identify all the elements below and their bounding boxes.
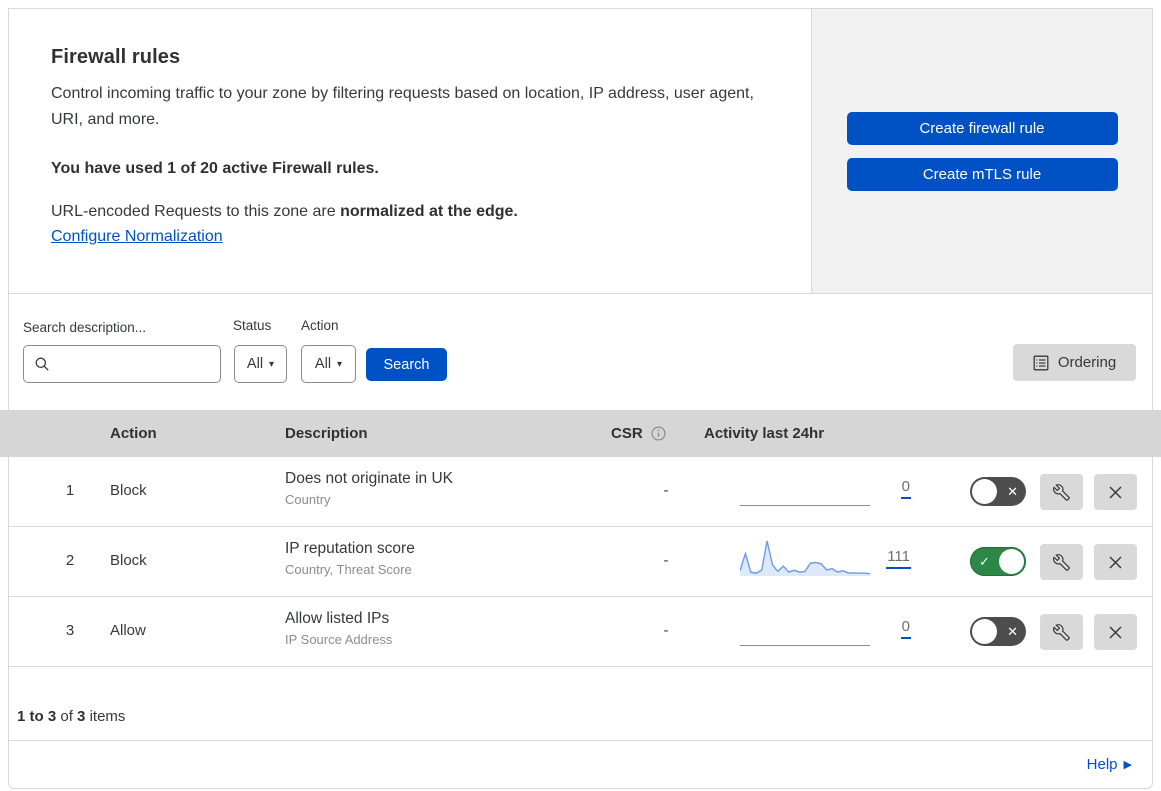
rule-description: Does not originate in UK Country xyxy=(285,470,453,507)
wrench-icon xyxy=(1053,553,1070,571)
actions-panel: Create firewall rule Create mTLS rule xyxy=(812,8,1153,294)
search-input[interactable] xyxy=(58,356,208,372)
search-icon xyxy=(35,357,49,371)
rule-criteria: IP Source Address xyxy=(285,632,393,647)
rule-criteria: Country xyxy=(285,492,331,507)
edit-rule-button[interactable] xyxy=(1040,544,1083,580)
x-icon: ✕ xyxy=(1007,483,1018,499)
flat-activity-line xyxy=(740,645,870,646)
action-dropdown-value: All xyxy=(314,356,332,372)
edit-rule-button[interactable] xyxy=(1040,614,1083,650)
rule-priority: 1 xyxy=(65,482,75,499)
table-row: 1 Block Does not originate in UK Country… xyxy=(9,457,1152,527)
rule-description: Allow listed IPs IP Source Address xyxy=(285,610,392,647)
close-icon xyxy=(1109,556,1122,568)
column-header-csr: CSR xyxy=(611,425,643,442)
rule-action: Allow xyxy=(110,622,146,639)
help-link-label: Help xyxy=(1086,755,1118,773)
rule-action: Block xyxy=(110,552,147,569)
delete-rule-button[interactable] xyxy=(1094,474,1137,510)
rule-description-title: Does not originate in UK xyxy=(285,470,454,487)
toggle-knob xyxy=(999,549,1024,574)
flat-activity-line xyxy=(740,505,870,506)
toggle-knob xyxy=(972,619,997,644)
rule-description-title: Allow listed IPs xyxy=(285,610,390,627)
status-dropdown-value: All xyxy=(246,356,264,372)
chevron-down-icon: ▾ xyxy=(269,358,275,370)
create-firewall-rule-button[interactable]: Create firewall rule xyxy=(846,112,1118,145)
status-dropdown[interactable]: All ▾ xyxy=(234,345,287,383)
ordering-button-label: Ordering xyxy=(1057,354,1117,371)
rule-csr-value: - xyxy=(663,622,669,639)
check-icon: ✓ xyxy=(979,553,990,569)
delete-rule-button[interactable] xyxy=(1094,614,1137,650)
rule-criteria: Country, Threat Score xyxy=(285,562,412,577)
column-header-description: Description xyxy=(285,425,368,442)
page-description: Control incoming traffic to your zone by… xyxy=(51,85,754,128)
enable-toggle[interactable]: ✓ ✕ xyxy=(970,477,1026,506)
rule-priority: 3 xyxy=(65,622,75,639)
table-row: 2 Block IP reputation score Country, Thr… xyxy=(9,527,1152,597)
usage-text: You have used 1 of 20 active Firewall ru… xyxy=(51,160,379,177)
header-card: Firewall rules Control incoming traffic … xyxy=(8,8,812,294)
configure-normalization-link[interactable]: Configure Normalization xyxy=(51,228,223,246)
ordered-list-icon xyxy=(1033,355,1049,370)
rule-description-title: IP reputation score xyxy=(285,540,415,557)
table-header: Action Description CSR Activity last 24h… xyxy=(0,410,1161,457)
rules-table-body: 1 Block Does not originate in UK Country… xyxy=(9,457,1152,667)
activity-count-link[interactable]: 0 xyxy=(900,478,911,499)
action-label: Action xyxy=(301,318,339,333)
column-header-action: Action xyxy=(110,425,157,442)
help-bar: Help ▶ xyxy=(9,740,1152,787)
enable-toggle[interactable]: ✓ ✕ xyxy=(970,617,1026,646)
table-row: 3 Allow Allow listed IPs IP Source Addre… xyxy=(9,597,1152,667)
pagination-summary: 1 to 3 of 3 items xyxy=(17,708,125,725)
rule-csr-value: - xyxy=(663,482,669,499)
toggle-knob xyxy=(972,479,997,504)
page-title: Firewall rules xyxy=(51,46,181,68)
chevron-down-icon: ▾ xyxy=(337,358,343,370)
create-mtls-rule-button[interactable]: Create mTLS rule xyxy=(846,158,1118,191)
enable-toggle[interactable]: ✓ ✕ xyxy=(970,547,1026,576)
close-icon xyxy=(1109,486,1122,498)
action-dropdown[interactable]: All ▾ xyxy=(301,345,356,383)
normalization-text: URL-encoded Requests to this zone are no… xyxy=(51,199,769,225)
x-icon: ✕ xyxy=(1007,623,1018,639)
arrow-right-icon: ▶ xyxy=(1123,758,1132,771)
info-icon[interactable] xyxy=(651,426,666,441)
delete-rule-button[interactable] xyxy=(1094,544,1137,580)
rule-action: Block xyxy=(110,482,147,499)
column-header-activity: Activity last 24hr xyxy=(704,425,825,442)
wrench-icon xyxy=(1053,623,1070,641)
rule-csr-value: - xyxy=(663,552,669,569)
help-link[interactable]: Help ▶ xyxy=(1087,756,1132,773)
pagination-total: 3 xyxy=(77,708,86,725)
edit-rule-button[interactable] xyxy=(1040,474,1083,510)
close-icon xyxy=(1109,626,1122,638)
search-button[interactable]: Search xyxy=(366,348,447,381)
normalization-prefix: URL-encoded Requests to this zone are xyxy=(51,203,341,220)
wrench-icon xyxy=(1053,483,1070,501)
firewall-rules-page: Firewall rules Control incoming traffic … xyxy=(0,0,1161,791)
rule-description: IP reputation score Country, Threat Scor… xyxy=(285,540,415,577)
rule-priority: 2 xyxy=(65,552,75,569)
activity-count-link[interactable]: 111 xyxy=(886,548,911,569)
pagination-items: items xyxy=(89,708,126,725)
pagination-range: 1 to 3 xyxy=(17,708,57,725)
ordering-button[interactable]: Ordering xyxy=(1013,344,1136,381)
activity-count-link[interactable]: 0 xyxy=(900,618,911,639)
pagination-of: of xyxy=(60,708,73,725)
status-label: Status xyxy=(233,318,272,333)
search-description-label: Search description... xyxy=(23,320,147,335)
normalization-bold: normalized at the edge. xyxy=(340,203,518,220)
search-input-wrapper xyxy=(23,345,221,383)
